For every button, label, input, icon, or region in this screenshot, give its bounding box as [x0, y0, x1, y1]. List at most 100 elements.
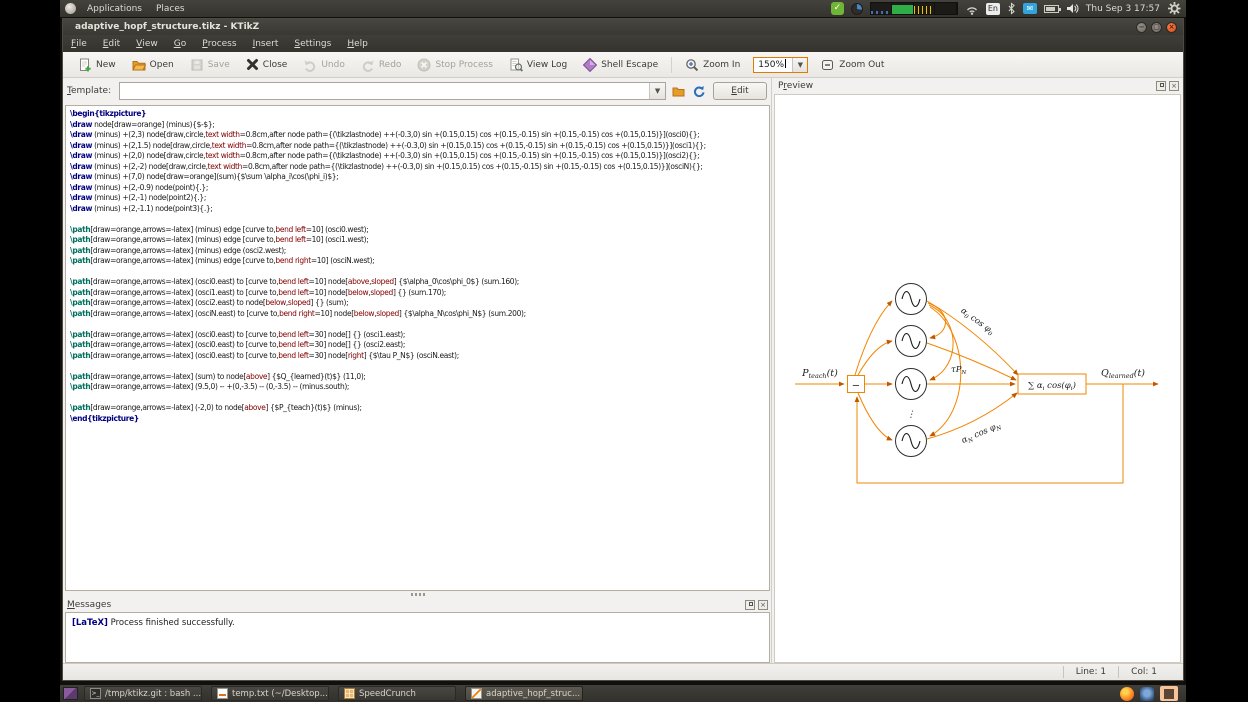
zoom-in-button[interactable]: Zoom In [678, 56, 747, 74]
bluetooth-icon[interactable] [1007, 2, 1016, 15]
maximize-button[interactable]: ▢ [1151, 22, 1162, 33]
places-menu[interactable]: Places [149, 0, 192, 17]
save-button[interactable]: Save [183, 56, 237, 74]
zoom-level-combobox[interactable]: 150% ▼ [753, 57, 808, 73]
window-list: >_/tmp/ktikz.git : bash ... temp.txt (~/D… [84, 686, 592, 701]
alpha0-label: α0 cos φ0 [958, 306, 996, 338]
editor-messages-splitter[interactable] [65, 591, 770, 598]
minimize-button[interactable]: − [1136, 22, 1147, 33]
view-log-button[interactable]: View Log [502, 56, 574, 74]
taskbar-item[interactable]: temp.txt (~/Desktop... [211, 686, 329, 701]
titlebar[interactable]: adaptive_hopf_structure.tikz - KTikZ − ▢… [63, 19, 1183, 35]
update-manager-icon[interactable]: ✓ [831, 2, 844, 15]
preview-header: Preview × [772, 78, 1183, 94]
taskbar-item-label: temp.txt (~/Desktop... [232, 689, 328, 699]
preview-close-button[interactable]: × [1169, 81, 1179, 91]
code-line [70, 361, 769, 372]
session-gear-icon[interactable] [1167, 1, 1182, 16]
stop-process-icon [417, 58, 431, 72]
open-button[interactable]: Open [125, 56, 181, 74]
tray-icon-2[interactable] [1140, 687, 1154, 701]
code-line: \path[draw=orange,arrows=-latex] (osci0.… [70, 330, 769, 341]
code-line: \path[draw=orange,arrows=-latex] (osci2.… [70, 298, 769, 309]
menu-help[interactable]: Help [339, 35, 376, 52]
template-row: Template: ▼ Edit [63, 78, 771, 104]
new-label: New [96, 60, 116, 70]
shell-escape-button[interactable]: Shell Escape [576, 56, 665, 74]
preview-float-button[interactable] [1156, 81, 1166, 91]
globe-applet-icon[interactable] [851, 3, 863, 15]
stop-process-button[interactable]: Stop Process [410, 56, 499, 74]
template-value[interactable] [120, 83, 649, 99]
preview-canvas[interactable]: − ⋮ ∑ αi cos(φi) [774, 94, 1181, 663]
zoom-out-label: Zoom Out [839, 60, 884, 70]
redo-button[interactable]: Redo [354, 56, 409, 74]
battery-icon[interactable] [1044, 5, 1059, 13]
terminal-icon: >_ [90, 688, 101, 699]
close-file-button[interactable]: Close [239, 56, 295, 73]
code-line: \draw node[draw=orange] (minus){$-$}; [70, 120, 769, 131]
mail-icon[interactable]: ✉ [1023, 3, 1037, 14]
undo-icon [303, 58, 317, 72]
code-line: \end{tikzpicture} [70, 414, 769, 425]
code-line: \begin{tikzpicture} [70, 109, 769, 120]
taskbar-item[interactable]: >_/tmp/ktikz.git : bash ... [84, 686, 202, 701]
template-reload-button[interactable] [691, 83, 707, 100]
wifi-icon[interactable] [965, 3, 979, 15]
zoom-out-button[interactable]: Zoom Out [814, 56, 891, 74]
messages-close-button[interactable]: × [758, 600, 768, 610]
distro-logo-icon[interactable] [65, 3, 76, 14]
folder-icon [672, 85, 685, 98]
messages-text: Process finished successfully. [111, 618, 235, 628]
code-editor[interactable]: \begin{tikzpicture}\draw node[draw=orang… [65, 105, 770, 591]
show-desktop-button[interactable] [63, 687, 78, 700]
undo-button[interactable]: Undo [296, 56, 352, 74]
keyboard-layout-indicator[interactable]: En [986, 3, 1000, 15]
code-line: \draw (minus) +(2,-1) node(point2){.}; [70, 193, 769, 204]
reload-icon [692, 85, 705, 98]
taskbar-item[interactable]: adaptive_hopf_struc... [465, 686, 583, 701]
menu-process[interactable]: Process [194, 35, 244, 52]
code-line: \draw (minus) +(2,-0.9) node(point){.}; [70, 183, 769, 194]
menu-view[interactable]: View [128, 35, 166, 52]
menu-edit[interactable]: Edit [95, 35, 128, 52]
messages-output[interactable]: [LaTeX] Process finished successfully. [65, 612, 770, 663]
code-line: \path[draw=orange,arrows=-latex] (osci1.… [70, 288, 769, 299]
zoom-level-value[interactable]: 150% [754, 59, 792, 70]
menu-file[interactable]: File [63, 35, 95, 52]
template-combo-arrow-icon[interactable]: ▼ [649, 83, 665, 99]
zoom-combo-arrow-icon[interactable]: ▼ [792, 58, 807, 72]
code-line: \draw (minus) +(2,1.5) node[draw,circle,… [70, 141, 769, 152]
panel-clock[interactable]: Thu Sep 3 17:57 [1086, 4, 1160, 14]
code-line: \draw (minus) +(7,0) node[draw=orange](s… [70, 172, 769, 183]
system-monitor-applet[interactable] [870, 2, 958, 15]
open-label: Open [150, 60, 174, 70]
firefox-tray-icon[interactable] [1120, 687, 1134, 701]
code-line: \path[draw=orange,arrows=-latex] (-2,0) … [70, 403, 769, 414]
applications-menu[interactable]: Applications [80, 0, 149, 17]
menu-insert[interactable]: Insert [245, 35, 287, 52]
messages-float-button[interactable] [745, 600, 755, 610]
menu-go[interactable]: Go [166, 35, 195, 52]
zoom-in-icon [685, 58, 699, 72]
template-open-button[interactable] [670, 83, 686, 100]
statusbar: Line: 1 Col: 1 [63, 663, 1183, 680]
volume-icon[interactable] [1066, 3, 1079, 14]
disk-graph [935, 3, 957, 14]
menu-settings[interactable]: Settings [286, 35, 339, 52]
net-graph [871, 3, 893, 14]
redo-icon [361, 58, 375, 72]
zoom-in-label: Zoom In [703, 60, 740, 70]
taskbar-item[interactable]: SpeedCrunch [338, 686, 456, 701]
code-line [70, 214, 769, 225]
tray-icon-active[interactable] [1160, 686, 1178, 701]
code-line: \path[draw=orange,arrows=-latex] (sum) t… [70, 372, 769, 383]
new-button[interactable]: New [71, 56, 123, 74]
minus-label: − [852, 381, 860, 392]
close-button[interactable]: × [1166, 22, 1177, 33]
template-combobox[interactable]: ▼ [119, 82, 666, 100]
vdots: ⋮ [907, 410, 916, 420]
stop-process-label: Stop Process [435, 60, 492, 70]
code-line: \path[draw=orange,arrows=-latex] (minus)… [70, 225, 769, 236]
template-edit-button[interactable]: Edit [713, 82, 767, 100]
